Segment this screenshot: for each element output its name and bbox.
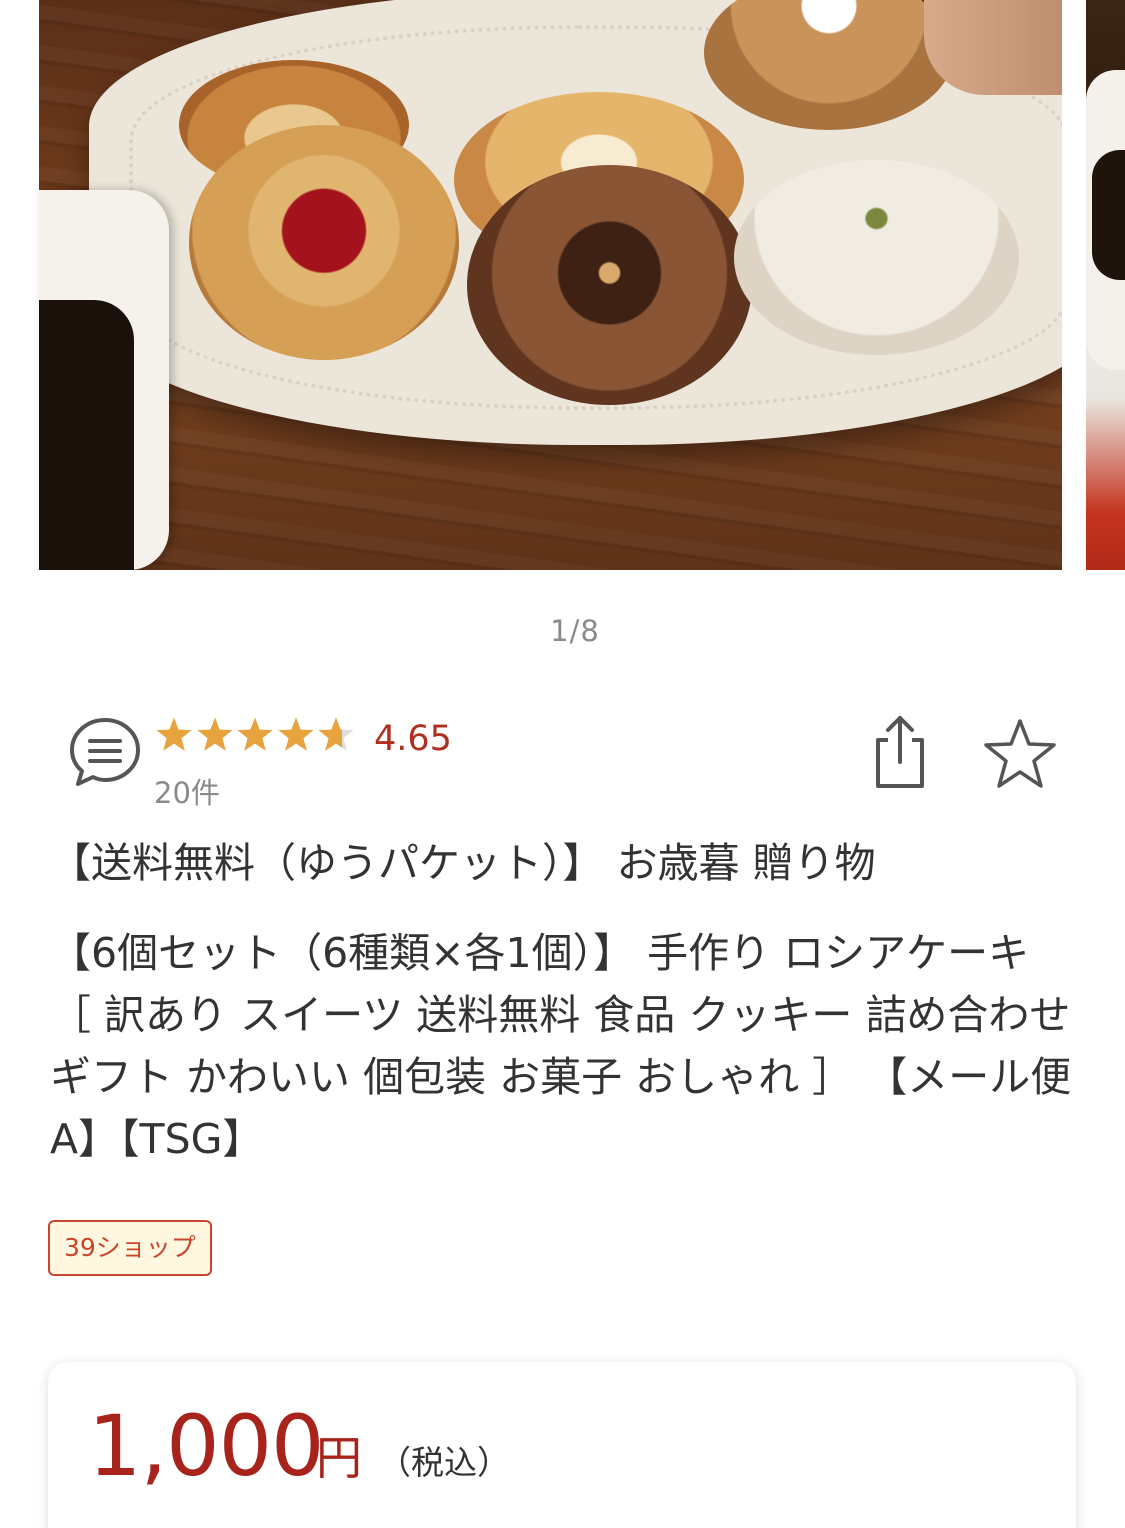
review-chat-icon[interactable] <box>68 716 142 790</box>
carousel-pager: 1/8 <box>550 614 600 648</box>
rating-value[interactable]: 4.65 <box>374 719 452 759</box>
coffee-cup-graphic <box>39 190 169 570</box>
cookie-graphic <box>189 125 459 360</box>
star-icon <box>318 717 354 751</box>
product-name: 【6個セット（6種類×各1個）】 手作り ロシアケーキ ［ 訳あり スイーツ 送… <box>50 929 1072 1163</box>
cookie-graphic <box>467 165 752 405</box>
favorite-button[interactable] <box>982 716 1058 790</box>
product-image[interactable] <box>39 0 1062 570</box>
star-icon <box>278 717 314 751</box>
star-icon <box>156 717 192 751</box>
star-icon <box>237 717 273 751</box>
product-headline: 【送料無料（ゆうパケット）】 お歳暮 贈り物 <box>50 839 876 887</box>
shop-badge: 39ショップ <box>48 1220 212 1276</box>
coffee-cup-graphic <box>1086 70 1125 370</box>
hand-graphic <box>924 0 1062 95</box>
price-amount: 1,000 <box>88 1397 324 1495</box>
share-icon <box>876 716 924 788</box>
price-tax-note: （税込） <box>378 1443 510 1482</box>
review-count[interactable]: 20件 <box>154 770 220 812</box>
price-unit: 円 <box>316 1431 362 1485</box>
star-outline-icon <box>984 719 1056 788</box>
product-page: 1/8 4.65 20件 【送料無料（ゆうパケット）】 お歳暮 贈り物 【6個セ… <box>0 0 1125 1528</box>
cookie-graphic <box>734 160 1019 355</box>
price-card: 1,000 円 （税込） <box>48 1362 1076 1528</box>
rating-stars[interactable] <box>154 716 357 758</box>
star-icon <box>197 717 233 751</box>
share-button[interactable] <box>866 712 932 790</box>
next-product-image[interactable] <box>1086 0 1125 570</box>
image-carousel[interactable] <box>0 0 1125 570</box>
